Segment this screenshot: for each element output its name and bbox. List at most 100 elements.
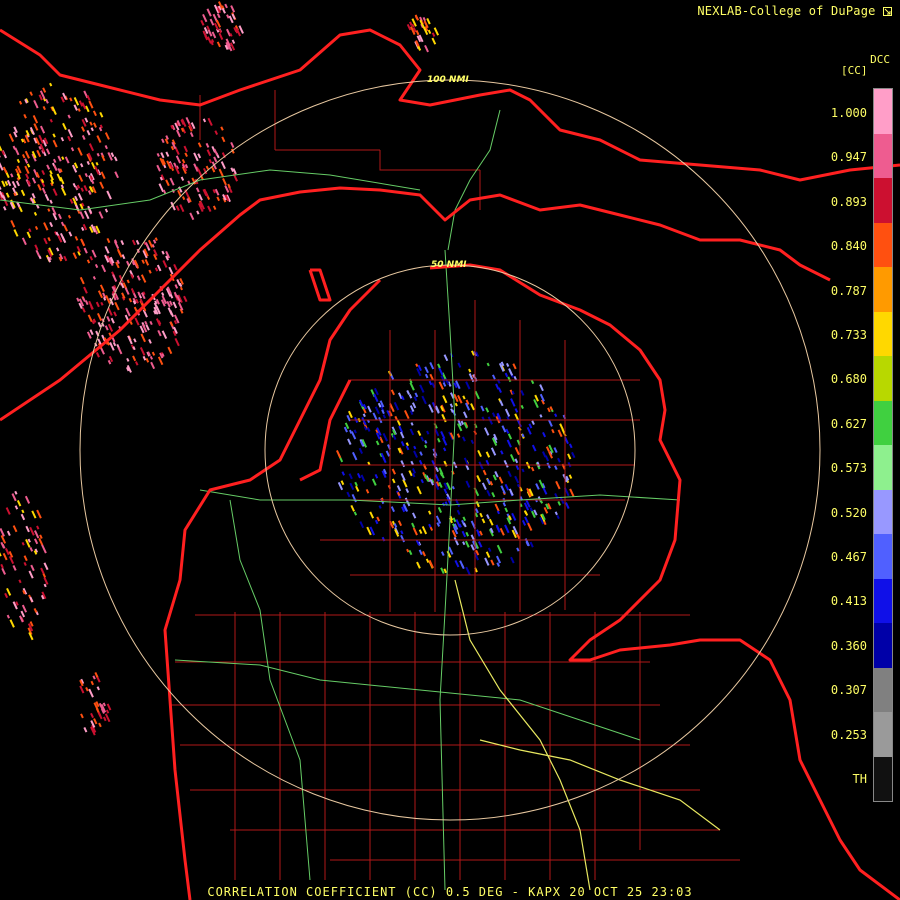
radar-echo-pixel <box>145 357 150 363</box>
radar-echo-pixel <box>350 504 355 512</box>
radar-echo-pixel <box>442 395 448 404</box>
product-code: DCC <box>870 53 890 66</box>
radar-echo-pixel <box>94 672 99 678</box>
radar-echo-pixel <box>410 422 414 426</box>
radar-echo-pixel <box>353 511 358 516</box>
radar-echo-pixel <box>80 713 84 719</box>
radar-echo-pixel <box>416 486 422 495</box>
radar-echo-pixel <box>227 183 231 189</box>
radar-echo-pixel <box>484 427 490 436</box>
radar-echo-pixel <box>442 437 448 446</box>
radar-echo-pixel <box>30 564 35 572</box>
radar-echo-pixel <box>183 145 188 153</box>
radar-echo-pixel <box>52 139 58 148</box>
radar-echo-pixel <box>183 295 188 303</box>
radar-echo-pixel <box>529 541 534 548</box>
radar-echo-pixel <box>76 245 81 253</box>
color-scale-segment <box>874 534 892 579</box>
radar-echo-pixel <box>29 91 33 96</box>
radar-echo-pixel <box>77 192 83 201</box>
radar-echo-pixel <box>104 208 109 213</box>
radar-echo-pixel <box>34 538 39 545</box>
radar-echo-pixel <box>486 514 490 520</box>
radar-echo-pixel <box>202 118 207 123</box>
radar-echo-pixel <box>211 31 217 39</box>
radar-echo-pixel <box>391 468 396 475</box>
corner-arrow-icon[interactable] <box>883 7 892 16</box>
radar-echo-pixel <box>10 173 14 178</box>
radar-echo-pixel <box>18 206 23 213</box>
radar-echo-pixel <box>506 439 512 448</box>
radar-echo-pixel <box>96 312 103 321</box>
radar-echo-pixel <box>161 250 165 255</box>
radar-echo-pixel <box>421 526 428 535</box>
radar-echo-pixel <box>475 501 480 508</box>
radar-echo-pixel <box>480 405 485 412</box>
radar-echo-pixel <box>79 685 85 694</box>
radar-echo-pixel <box>91 249 97 258</box>
radar-echo-pixel <box>31 510 37 519</box>
radar-echo-pixel <box>128 297 133 303</box>
radar-echo-pixel <box>535 483 540 490</box>
radar-echo-pixel <box>117 249 123 258</box>
radar-echo-pixel <box>130 288 135 294</box>
radar-echo-pixel <box>77 147 83 156</box>
radar-echo-pixel <box>476 475 481 483</box>
interstates <box>454 579 721 891</box>
radar-echo-pixel <box>470 403 475 411</box>
radar-echo-pixel <box>61 187 67 196</box>
radar-echo-pixel <box>83 286 88 294</box>
radar-echo-pixel <box>422 551 426 557</box>
radar-echo-pixel <box>21 509 25 514</box>
radar-echo-pixel <box>20 189 26 197</box>
radar-echo-pixel <box>346 491 351 498</box>
credit-text: NEXLAB-College of DuPage <box>697 4 876 18</box>
radar-echo-pixel <box>60 136 65 142</box>
radar-echo-pixel <box>47 237 51 242</box>
radar-echo-pixel <box>96 686 100 691</box>
radar-echo-pixel <box>405 445 410 451</box>
radar-echo-pixel <box>140 274 147 283</box>
radar-echo-pixel <box>90 680 95 686</box>
radar-echo-pixel <box>161 330 168 339</box>
radar-echo-pixel <box>442 382 447 387</box>
radar-echo-pixel <box>80 187 84 192</box>
radar-echo-pixel <box>144 242 150 249</box>
radar-echo-pixel <box>549 406 553 411</box>
radar-echo-pixel <box>196 210 200 215</box>
radar-echo-pixel <box>189 132 194 138</box>
radar-echo-pixel <box>491 412 496 418</box>
radar-echo-pixel <box>0 144 3 152</box>
radar-echo-pixel <box>554 465 558 471</box>
radar-echo-pixel <box>419 384 425 393</box>
radar-echo-pixel <box>406 390 410 395</box>
radar-echo-pixel <box>551 428 555 434</box>
radar-echo-pixel <box>378 505 382 509</box>
radar-echo-pixel <box>510 454 516 463</box>
radar-echo-pixel <box>0 563 4 569</box>
radar-echo-pixel <box>417 430 422 436</box>
radar-echo-pixel <box>81 226 85 231</box>
radar-echo-pixel <box>202 13 208 23</box>
radar-echo-pixel <box>105 709 110 714</box>
radar-echo-pixel <box>113 311 117 317</box>
radar-echo-pixel <box>52 188 58 196</box>
radar-echo-pixel <box>42 105 46 111</box>
radar-echo-pixel <box>103 716 107 722</box>
color-scale-label: 0.733 <box>830 328 867 342</box>
radar-echo-pixel <box>231 13 236 20</box>
radar-echo-pixel <box>418 529 423 534</box>
radar-echo-pixel <box>437 363 441 369</box>
radar-echo-pixel <box>44 193 50 202</box>
radar-echo-pixel <box>53 158 57 164</box>
credit-line: NEXLAB-College of DuPage <box>697 4 892 18</box>
radar-echo-pixel <box>18 579 22 584</box>
color-scale-label: 0.680 <box>830 372 867 387</box>
radar-echo-pixel <box>470 439 475 445</box>
radar-echo-pixel <box>22 154 26 159</box>
radar-echo-pixel <box>352 451 358 461</box>
color-scale-segment <box>874 578 892 623</box>
radar-echo-pixel <box>92 276 96 280</box>
radar-echo-pixel <box>121 292 126 299</box>
radar-echo-pixel <box>93 718 98 725</box>
